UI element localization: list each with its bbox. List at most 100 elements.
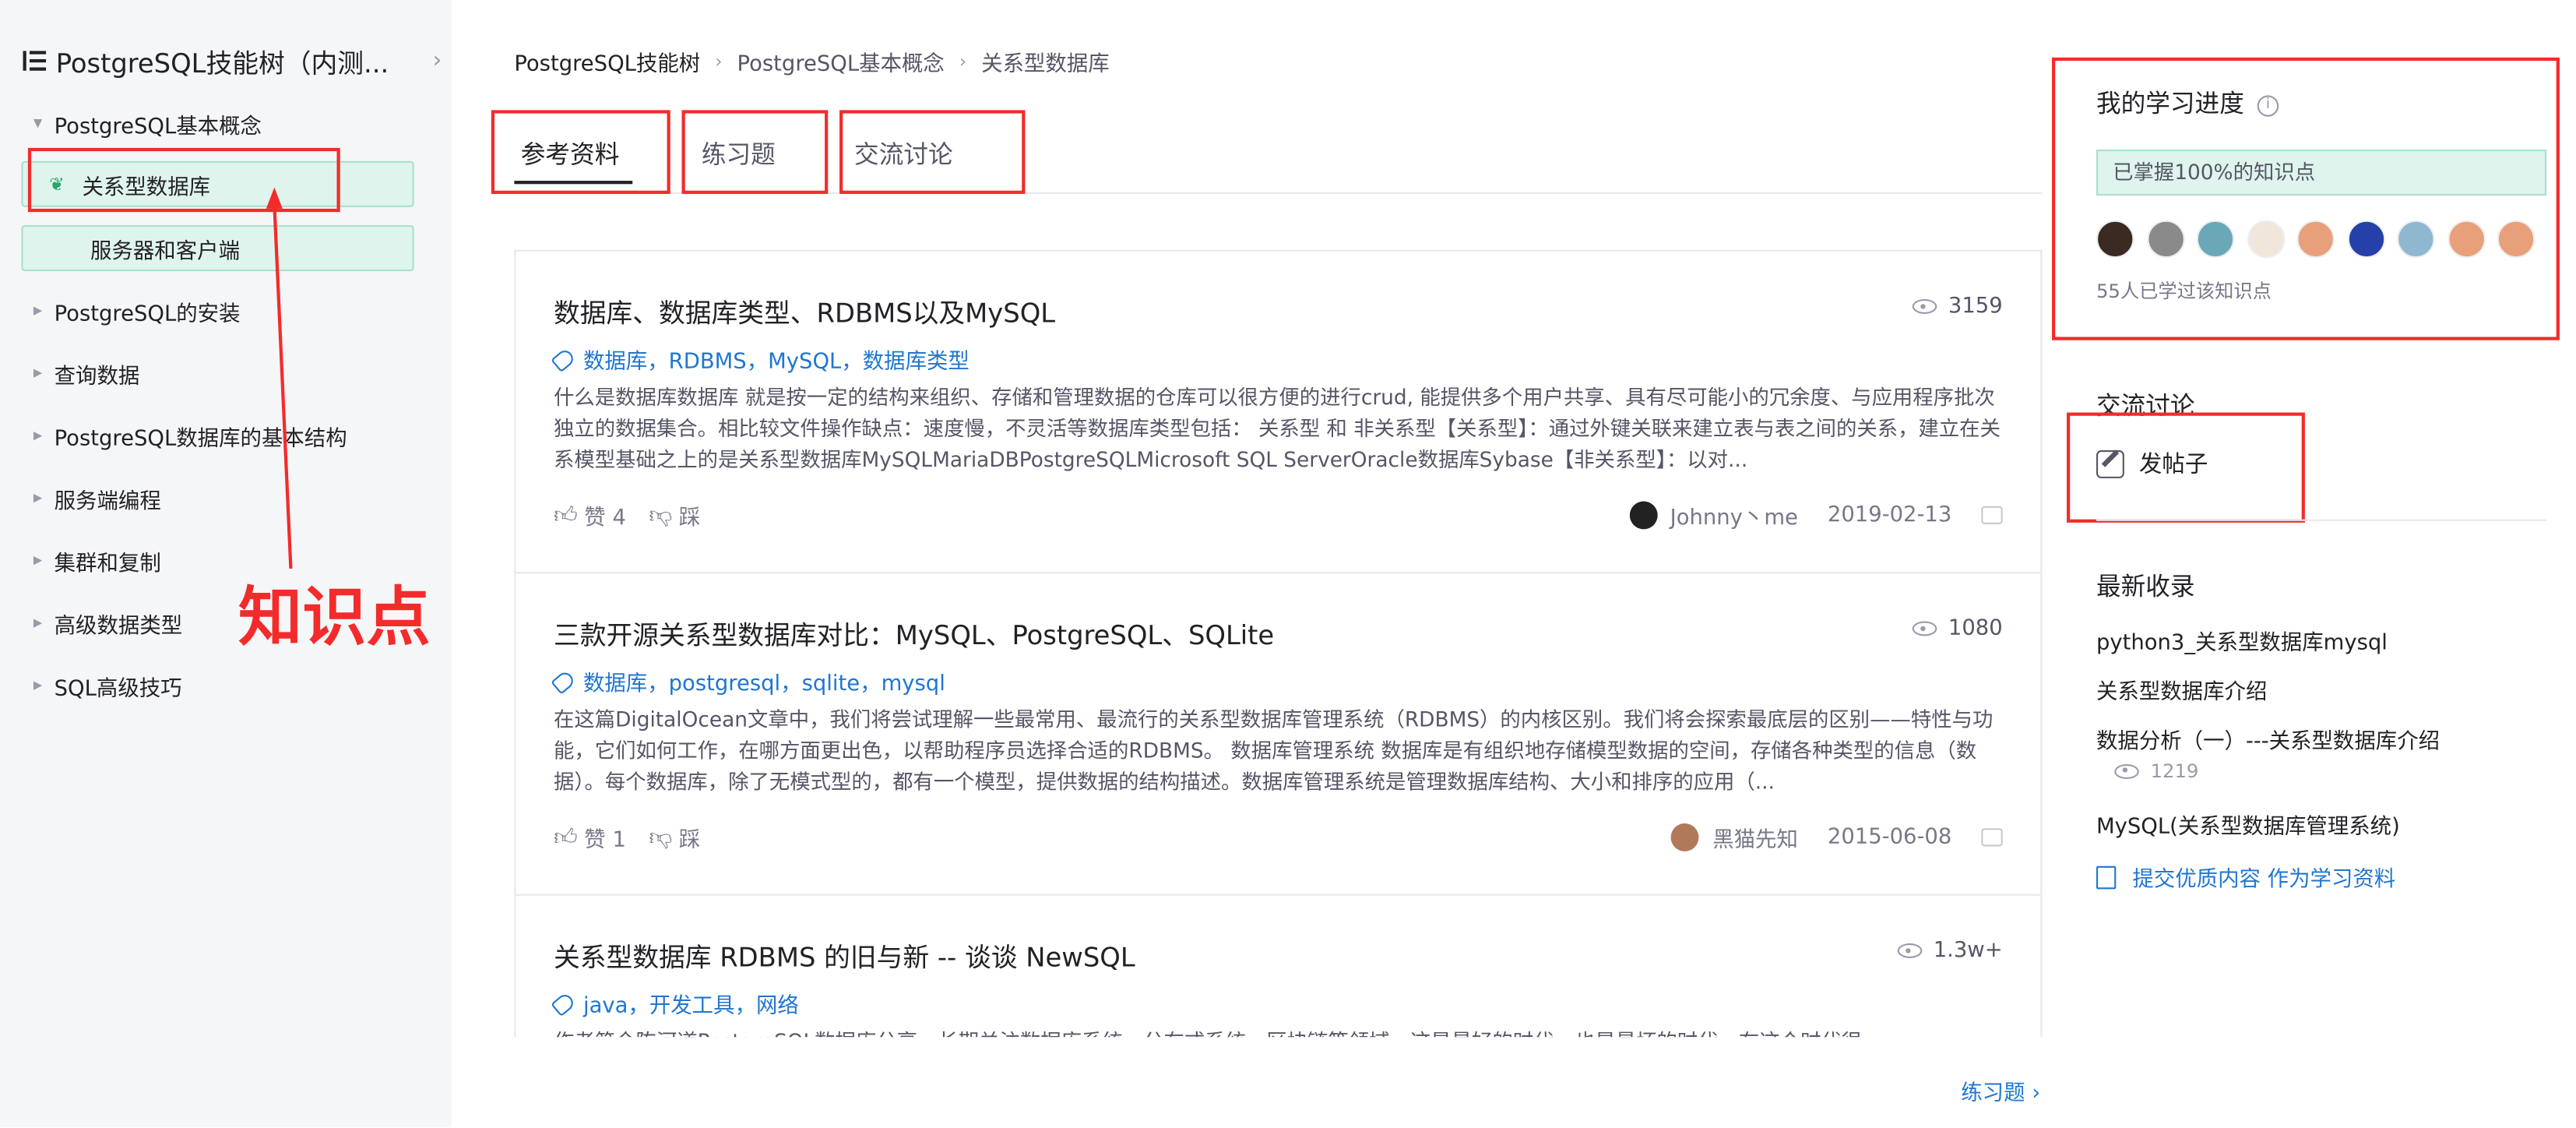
sidebar-item-label: 高级数据类型 — [54, 613, 183, 639]
article-actions: 👍︎ 赞 1 👎︎ 踩 — [554, 822, 723, 853]
document-icon — [2096, 865, 2117, 889]
exercises-link[interactable]: 练习题 › — [1961, 1075, 2040, 1106]
tag-icon — [551, 346, 577, 372]
dislike-button[interactable]: 👎︎ 踩 — [649, 499, 700, 531]
divider — [2096, 519, 2547, 521]
chevron-right-icon[interactable]: › — [422, 48, 442, 74]
recent-item[interactable]: 关系型数据库介绍 — [2096, 674, 2267, 705]
sidebar-item-server-client[interactable]: 服务器和客户端 — [21, 225, 414, 272]
breadcrumb-item[interactable]: PostgreSQL基本概念 — [737, 45, 945, 76]
view-count-value: 1080 — [1948, 616, 2003, 641]
sidebar-item-sql-advanced[interactable]: ▶ SQL高级技巧 — [21, 662, 413, 708]
publish-date: 2019-02-13 — [1827, 502, 1952, 528]
view-count: 1.3w+ — [1897, 938, 2003, 964]
eye-icon — [1912, 298, 1937, 314]
like-button[interactable]: 👍︎ 赞 1 — [554, 822, 626, 853]
tag-list[interactable]: java，开发工具，网络 — [583, 988, 799, 1019]
article-title[interactable]: 关系型数据库 RDBMS 的旧与新 -- 谈谈 NewSQL — [554, 935, 1135, 975]
article-card[interactable]: 关系型数据库 RDBMS 的旧与新 -- 谈谈 NewSQL 1.3w+ jav… — [514, 894, 2043, 1038]
sidebar-item-query[interactable]: ▶ 查询数据 — [21, 350, 413, 396]
article-meta: 黑猫先知 2015-06-08 — [1671, 822, 2003, 853]
author-name[interactable]: Johnny丶me — [1670, 499, 1798, 531]
dislike-label: 踩 — [678, 506, 701, 531]
caret-right-icon: ▶ — [33, 616, 43, 630]
article-tags: 数据库，postgresql，sqlite，mysql — [551, 665, 945, 697]
eye-icon — [2114, 763, 2139, 778]
article-description: 作者简介陈河道PostgreSQL数据库分享，长期关注数据库系统、分布式系统、区… — [554, 1025, 2006, 1038]
author-name[interactable]: 黑猫先知 — [1712, 822, 1798, 853]
view-count-value: 3159 — [1948, 294, 2003, 319]
annotation-label: 知识点 — [238, 581, 431, 656]
article-description: 什么是数据库数据库 就是按一定的结构来组织、存储和管理数据的仓库可以很方便的进行… — [553, 384, 2001, 472]
article-card[interactable]: 数据库、数据库类型、RDBMS以及MySQL 3159 数据库，RDBMS，My… — [514, 249, 2043, 573]
sidebar-item-label: 集群和复制 — [54, 551, 161, 576]
sidebar-item-install[interactable]: ▶ PostgreSQL的安装 — [21, 287, 413, 333]
caret-down-icon: ▼ — [33, 116, 43, 130]
skill-tree-title[interactable]: PostgreSQL技能树（内测... › — [23, 44, 442, 79]
thumbs-up-icon: 👍︎ — [553, 825, 578, 851]
caret-right-icon: ▶ — [33, 491, 43, 505]
recent-title: 最新收录 — [2096, 572, 2195, 602]
sidebar-item-basic-concepts[interactable]: ▼ PostgreSQL基本概念 — [21, 100, 413, 146]
recent-item[interactable]: MySQL(关系型数据库管理系统) — [2096, 809, 2400, 840]
tag-list[interactable]: 数据库，RDBMS，MySQL，数据库类型 — [583, 344, 970, 375]
submit-content-label: 提交优质内容 作为学习资料 — [2132, 867, 2396, 893]
tag-icon — [551, 668, 577, 694]
annotation-box-tab — [681, 110, 829, 194]
article-description: 在这篇DigitalOcean文章中，我们将尝试理解一些最常用、最流行的关系型数… — [553, 707, 1994, 794]
sidebar-item-label: 服务端编程 — [54, 488, 161, 514]
recent-item[interactable]: 数据分析（一）---关系型数据库介绍 — [2096, 723, 2440, 755]
like-label: 赞 4 — [584, 506, 626, 531]
avatar[interactable] — [1671, 823, 1700, 851]
tag-icon — [551, 990, 577, 1017]
sidebar-item-db-structure[interactable]: ▶ PostgreSQL数据库的基本结构 — [21, 413, 413, 459]
thumbs-down-icon: 👎︎ — [649, 502, 673, 530]
chevron-right-icon: › — [715, 50, 723, 72]
sidebar-item-server-programming[interactable]: ▶ 服务端编程 — [21, 475, 413, 521]
recent-view-value: 1219 — [2150, 759, 2199, 783]
sidebar-item-label: 服务器和客户端 — [90, 238, 241, 264]
recent-view-count: 1219 — [2114, 759, 2199, 783]
dislike-button[interactable]: 👎︎ 踩 — [649, 822, 700, 853]
annotation-box-post — [2067, 412, 2305, 523]
article-meta: Johnny丶me 2019-02-13 — [1628, 499, 2003, 531]
breadcrumb: PostgreSQL技能树 › PostgreSQL基本概念 › 关系型数据库 — [514, 44, 1109, 77]
eye-icon — [1912, 621, 1937, 636]
view-count-value: 1.3w+ — [1933, 938, 2003, 964]
article-actions: 👍︎ 赞 4 👎︎ 踩 — [554, 499, 723, 531]
skill-tree-title-text: PostgreSQL技能树（内测... — [55, 48, 389, 79]
annotation-box-knowledge-point — [27, 147, 340, 213]
article-title[interactable]: 数据库、数据库类型、RDBMS以及MySQL — [554, 291, 1055, 330]
comment-icon[interactable] — [1981, 506, 2003, 524]
caret-right-icon: ▶ — [33, 553, 43, 567]
article-title[interactable]: 三款开源关系型数据库对比：MySQL、PostgreSQL、SQLite — [554, 613, 1274, 653]
comment-icon[interactable] — [1981, 828, 2003, 847]
publish-date: 2015-06-08 — [1827, 825, 1952, 850]
article-card[interactable]: 三款开源关系型数据库对比：MySQL、PostgreSQL、SQLite 108… — [514, 572, 2043, 894]
dislike-label: 踩 — [678, 828, 701, 853]
annotation-box-progress — [2052, 57, 2560, 340]
submit-content-link[interactable]: 提交优质内容 作为学习资料 — [2096, 861, 2396, 893]
eye-icon — [1897, 943, 1922, 958]
caret-right-icon: ▶ — [33, 428, 43, 442]
sidebar-item-label: PostgreSQL基本概念 — [54, 114, 262, 139]
view-count: 3159 — [1912, 294, 2003, 319]
breadcrumb-item[interactable]: PostgreSQL技能树 — [514, 45, 700, 76]
chevron-right-icon: › — [959, 50, 967, 72]
sidebar-item-label: SQL高级技巧 — [54, 676, 182, 701]
like-label: 赞 1 — [584, 828, 626, 853]
view-count: 1080 — [1912, 616, 2003, 641]
article-tags: 数据库，RDBMS，MySQL，数据库类型 — [551, 344, 970, 375]
page: PostgreSQL技能树（内测... › ▼ PostgreSQL基本概念 ❦… — [0, 0, 2576, 1128]
tag-list[interactable]: 数据库，postgresql，sqlite，mysql — [583, 665, 945, 697]
breadcrumb-item[interactable]: 关系型数据库 — [981, 45, 1110, 76]
sidebar-item-label: 查询数据 — [54, 364, 140, 389]
caret-right-icon: ▶ — [33, 366, 43, 380]
thumbs-up-icon: 👍︎ — [553, 502, 578, 530]
list-icon — [23, 49, 47, 72]
caret-right-icon: ▶ — [33, 304, 43, 318]
caret-right-icon: ▶ — [33, 679, 43, 693]
like-button[interactable]: 👍︎ 赞 4 — [554, 499, 626, 531]
avatar[interactable] — [1628, 501, 1657, 530]
recent-item[interactable]: python3_关系型数据库mysql — [2096, 625, 2388, 656]
